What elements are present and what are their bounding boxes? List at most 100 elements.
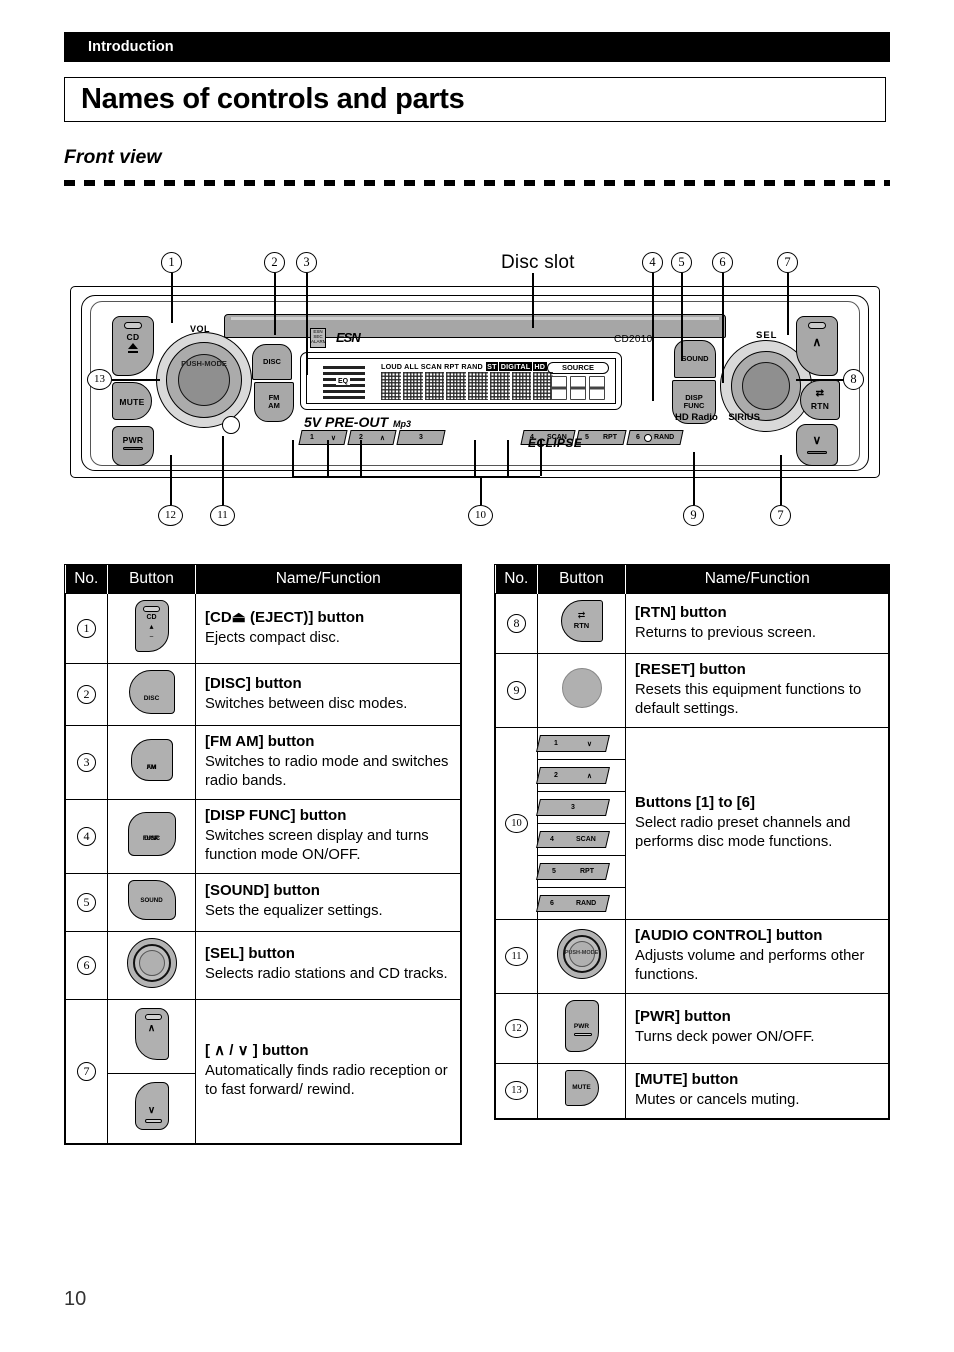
- preset-6-num: 6: [635, 434, 640, 441]
- row-body-1: Ejects compact disc.: [205, 630, 340, 647]
- ic-p5-num: 5: [551, 867, 556, 875]
- pwr-button[interactable]: PWR: [112, 426, 154, 466]
- row-no-cell: 4: [65, 798, 108, 874]
- preset-6-fn: RAND: [653, 434, 675, 441]
- row-no-cell: 3: [65, 725, 108, 800]
- faceplate-release-dot: [222, 416, 240, 434]
- row-icon-cell: PUSH-MODE: [537, 918, 626, 994]
- preset-tick-3: [360, 440, 362, 476]
- th-button: Button: [107, 565, 196, 594]
- lcd-dot-matrix-text: [381, 372, 553, 400]
- row-title-8: [RTN] button: [635, 603, 727, 621]
- preset-button-2[interactable]: 2 ∧: [347, 430, 397, 445]
- preset-5-fn: RPT: [602, 434, 617, 441]
- row-title-13: [MUTE] button: [635, 1070, 739, 1088]
- rtn-button[interactable]: ⇄ RTN: [800, 380, 840, 420]
- seek-down-icon-cell: ∨: [108, 1074, 195, 1143]
- row-no-cell: 5: [65, 872, 108, 932]
- source-indicator: SOURCE: [547, 362, 609, 374]
- icon-pwr-label: PWR: [573, 1022, 590, 1030]
- disp-func-button-icon: DISP FUNC: [127, 811, 176, 856]
- table-row: 3 FM AM [FM AM] button Switches to radio …: [65, 725, 461, 800]
- eclipse-brand-logo: ECLIPSE: [528, 436, 583, 450]
- sound-label: SOUND: [681, 354, 709, 364]
- th-name-function-right: Name/Function: [625, 565, 889, 594]
- table-row: 8 ⇄ RTN [RTN] button Returns to previous…: [495, 593, 889, 654]
- ic-p6-fn: RAND: [575, 899, 597, 907]
- page-title: Names of controls and parts: [81, 83, 465, 115]
- row-no-cell: 12: [495, 992, 538, 1064]
- seek-up-button[interactable]: ∧: [796, 316, 838, 376]
- certification-logos: HD Radio SIRIUS: [675, 412, 760, 423]
- row-title-6: [SEL] button: [205, 945, 295, 963]
- icon-rtn-label: RTN: [573, 621, 590, 630]
- th-name-function: Name/Function: [195, 565, 461, 594]
- row-number-5: 5: [77, 892, 96, 912]
- leader-6: [722, 273, 724, 383]
- row-icon-cell: CD ▴ ⎯: [107, 593, 196, 664]
- leader-11: [222, 436, 224, 505]
- manual-page: Introduction Names of controls and parts…: [0, 0, 954, 1352]
- row-desc-cell: [CD⏏ (EJECT)] button Ejects compact disc…: [195, 593, 461, 664]
- leader-10: [480, 476, 482, 505]
- disc-slot-label: Disc slot: [501, 252, 575, 273]
- seek-up-arrow-icon: ∧: [812, 335, 822, 349]
- callout-13: 13: [87, 369, 112, 390]
- row-desc-cell: [DISC] button Switches between disc mode…: [195, 663, 461, 726]
- row-no-cell: 9: [495, 653, 538, 728]
- callout-9: 9: [683, 505, 704, 526]
- row-desc-cell: [MUTE] button Mutes or cancels muting.: [625, 1062, 889, 1119]
- row-body-12: Turns deck power ON/OFF.: [635, 1029, 815, 1046]
- leader-4: [652, 273, 654, 401]
- eq-graphic-icon: EQ: [313, 363, 375, 401]
- row-body-10: Select radio preset channels and perform…: [635, 814, 851, 850]
- row-icon-cell: 1 ∨ 2 ∧ 3 4 SCAN 5 RPT 6 RAND: [536, 726, 626, 920]
- icon-up-arrow: ∧: [147, 1022, 156, 1034]
- section-header-bar: Introduction: [64, 32, 890, 62]
- preset-3-icon-cell: 3: [536, 792, 625, 824]
- reset-button-hole[interactable]: [644, 434, 652, 442]
- callout-6: 6: [712, 252, 733, 273]
- page-title-box: Names of controls and parts: [64, 77, 886, 122]
- lcd-display: EQ LOUD ALL SCAN RPT RAND STDIGITALHD: [300, 352, 622, 410]
- cd-eject-pill-icon: [124, 322, 142, 329]
- rtn-loop-icon: ⇄: [815, 388, 825, 399]
- cd-eject-button-icon: CD ▴ ⎯: [134, 600, 169, 652]
- row-body-2: Switches between disc modes.: [205, 695, 408, 712]
- row-no-cell: 1: [65, 593, 108, 664]
- ic-p4-fn: SCAN: [576, 835, 596, 843]
- row-number-8: 8: [507, 614, 526, 633]
- preset-3-num: 3: [419, 434, 423, 441]
- cd-eject-button[interactable]: CD: [112, 316, 154, 376]
- preset-5-icon-cell: 5 RPT: [536, 856, 625, 888]
- row-number-12: 12: [505, 1018, 528, 1038]
- row-desc-cell: [SOUND] button Sets the equalizer settin…: [195, 872, 461, 932]
- callout-7-top: 7: [777, 252, 798, 273]
- fm-am-button[interactable]: FM AM: [254, 382, 294, 422]
- leader-disc-slot: [532, 273, 534, 328]
- pwr-dash-icon: [123, 447, 143, 450]
- eject-bar-icon: [128, 351, 138, 353]
- preset-button-5[interactable]: 5 RPT: [575, 430, 627, 445]
- icon-sound-label: SOUND: [140, 896, 163, 904]
- disc-slot-highlight: [231, 317, 719, 320]
- preset-1-num: 1: [309, 434, 314, 441]
- seek-down-dash-icon: [807, 451, 827, 454]
- row-no-cell: 13: [495, 1062, 538, 1119]
- preset-button-1[interactable]: 1 ∨: [298, 430, 348, 445]
- row-body-13: Mutes or cancels muting.: [635, 1091, 800, 1108]
- disc-button[interactable]: DISC: [252, 344, 292, 380]
- section-header-label: Introduction: [88, 39, 174, 55]
- audio-control-knob[interactable]: PUSH-MODE: [156, 332, 252, 428]
- row-desc-cell: [RESET] button Resets this equipment fun…: [625, 653, 889, 728]
- mute-button[interactable]: MUTE: [112, 382, 152, 420]
- row-number-13: 13: [505, 1081, 528, 1101]
- leader-1: [171, 273, 173, 323]
- preset-button-6[interactable]: 6 RAND: [626, 430, 684, 445]
- row-number-6: 6: [77, 955, 96, 975]
- preset-tick-5: [507, 440, 509, 476]
- seek-down-button[interactable]: ∨: [796, 424, 838, 466]
- row-title-7: [ ∧ / ∨ ] button: [205, 1042, 309, 1060]
- preset-button-3[interactable]: 3: [396, 430, 446, 445]
- leader-13: [112, 379, 160, 381]
